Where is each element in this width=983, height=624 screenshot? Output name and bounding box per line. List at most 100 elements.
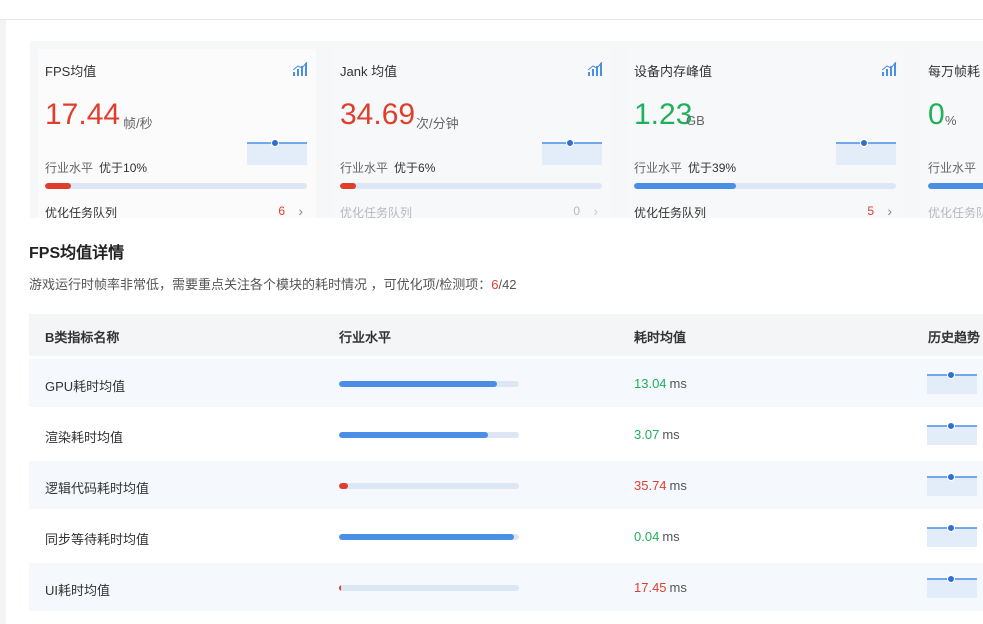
chevron-right-icon[interactable]: › <box>593 203 598 218</box>
industry-level-bar <box>339 483 519 489</box>
mini-trend-chart[interactable] <box>542 135 602 165</box>
history-trend-chart[interactable] <box>927 419 979 445</box>
metric-name: UI耗时均值 <box>45 583 111 598</box>
card-unit: 次/分钟 <box>416 116 459 131</box>
metric-card[interactable]: Jank 均值 34.69 次/分钟 行业水平 优于6% 优化任务队列 0 › <box>333 49 611 218</box>
trend-point <box>947 422 955 430</box>
optimization-queue-count: 0 <box>573 204 580 218</box>
trend-point <box>860 139 868 147</box>
history-trend-chart[interactable] <box>927 368 979 394</box>
trend-point <box>271 139 279 147</box>
section-title: FPS均值详情 <box>29 245 125 262</box>
card-unit: % <box>945 113 957 128</box>
optimization-queue-count: 5 <box>867 204 874 218</box>
table-row[interactable]: 渲染耗时均值 3.07 ms <box>29 410 983 458</box>
industry-level-bar <box>45 183 307 189</box>
card-value: 0 <box>928 98 945 131</box>
header-history-trend: 历史趋势 <box>928 330 981 345</box>
industry-level: 行业水平 <box>928 159 982 176</box>
header-industry-level: 行业水平 <box>339 330 392 345</box>
metric-cards: FPS均值 17.44 帧/秒 行业水平 优于10% 优化任务队列 6 › Jank 均值 34.… <box>30 41 983 218</box>
history-trend-chart[interactable] <box>927 521 979 547</box>
section-desc-text: 游戏运行时帧率非常低，需要重点关注各个模块的耗时情况 ，可优化项/检测项： <box>29 277 492 292</box>
card-unit: GB <box>686 113 705 128</box>
card-unit: 帧/秒 <box>123 116 153 131</box>
avg-time-value: 0.04 <box>634 529 660 544</box>
industry-level-bar <box>339 534 519 540</box>
industry-level-bar <box>928 183 983 189</box>
card-value: 1.23 <box>634 98 693 131</box>
industry-level-bar-fill <box>339 381 498 387</box>
industry-level-bar-fill <box>45 183 72 189</box>
avg-time-unit: ms <box>662 427 680 442</box>
chevron-right-icon[interactable]: › <box>887 203 892 218</box>
optimization-queue-label: 优化任务队列 <box>340 206 413 218</box>
table-row[interactable]: UI耗时均值 17.45 ms <box>29 563 983 611</box>
industry-level-label: 行业水平 <box>928 161 977 175</box>
table-row[interactable]: 同步等待耗时均值 0.04 ms <box>29 512 983 560</box>
avg-time-unit: ms <box>669 478 687 493</box>
table-row[interactable]: 逻辑代码耗时均值 35.74 ms <box>29 461 983 509</box>
section-description: 游戏运行时帧率非常低，需要重点关注各个模块的耗时情况 ，可优化项/检测项：6/4… <box>29 274 517 293</box>
card-title: Jank 均值 <box>340 64 398 79</box>
avg-time-cell: 35.74 ms <box>634 478 687 493</box>
signal-bars-icon[interactable] <box>588 62 603 76</box>
industry-level-text: 优于10% <box>99 161 148 175</box>
optimization-queue-label: 优化任务队列 <box>634 206 707 218</box>
industry-level-label: 行业水平 <box>45 161 94 175</box>
signal-bars-icon[interactable] <box>882 62 897 76</box>
metric-card[interactable]: 设备内存峰值 1.23 GB 行业水平 优于39% 优化任务队列 5 › <box>627 49 905 218</box>
metric-name: 渲染耗时均值 <box>45 430 124 445</box>
table-row[interactable]: GPU耗时均值 13.04 ms <box>29 359 983 407</box>
industry-level-text: 优于6% <box>394 161 436 175</box>
avg-time-value: 35.74 <box>634 478 667 493</box>
top-bar <box>0 0 983 20</box>
optimization-queue-link[interactable]: 优化任务队列 0 › <box>340 203 602 218</box>
history-trend-chart[interactable] <box>927 470 979 496</box>
industry-level-text: 优于39% <box>688 161 737 175</box>
avg-time-unit: ms <box>669 580 687 595</box>
industry-level-bar-fill <box>339 483 348 489</box>
optimization-queue-link[interactable]: 优化任务队列 5 › <box>634 203 896 218</box>
metric-card[interactable]: FPS均值 17.44 帧/秒 行业水平 优于10% 优化任务队列 6 › <box>38 49 316 218</box>
avg-time-value: 17.45 <box>634 580 667 595</box>
avg-time-cell: 13.04 ms <box>634 376 687 391</box>
card-title: 设备内存峰值 <box>634 64 713 79</box>
industry-level-bar-fill <box>339 534 514 540</box>
metric-card[interactable]: 每万帧耗 0% 行业水平优化任务队列› <box>921 49 983 218</box>
optimization-queue-link[interactable]: 优化任务队列› <box>928 204 983 218</box>
trend-point <box>947 524 955 532</box>
industry-level: 行业水平 优于10% <box>45 159 147 176</box>
total-count: /42 <box>498 277 517 292</box>
chevron-right-icon[interactable]: › <box>298 203 303 218</box>
table-header: B类指标名称 行业水平 耗时均值 历史趋势 <box>29 314 983 356</box>
mini-trend-chart[interactable] <box>247 135 307 165</box>
industry-level-bar <box>339 585 519 591</box>
industry-level-bar-fill <box>339 432 489 438</box>
trend-point <box>947 371 955 379</box>
card-title: FPS均值 <box>45 64 97 79</box>
trend-point <box>947 575 955 583</box>
history-trend-chart[interactable] <box>927 572 979 598</box>
avg-time-unit: ms <box>669 376 687 391</box>
industry-level-bar <box>634 183 896 189</box>
optimization-queue-count: 6 <box>278 204 285 218</box>
mini-trend-chart[interactable] <box>836 135 896 165</box>
optimization-queue-link[interactable]: 优化任务队列 6 › <box>45 203 307 218</box>
optimization-queue-label: 优化任务队列 <box>45 206 118 218</box>
industry-level-bar-fill <box>340 183 356 189</box>
card-title: 每万帧耗 <box>928 64 981 79</box>
trend-point <box>566 139 574 147</box>
avg-time-cell: 3.07 ms <box>634 427 680 442</box>
avg-time-value: 3.07 <box>634 427 660 442</box>
avg-time-value: 13.04 <box>634 376 667 391</box>
industry-level-bar <box>339 432 519 438</box>
avg-time-unit: ms <box>662 529 680 544</box>
metric-name: 同步等待耗时均值 <box>45 532 150 547</box>
left-divider <box>0 20 6 624</box>
signal-bars-icon[interactable] <box>293 62 308 76</box>
optimization-queue-label: 优化任务队列 <box>928 206 983 218</box>
metric-name: 逻辑代码耗时均值 <box>45 481 150 496</box>
header-avg-time: 耗时均值 <box>634 330 687 345</box>
industry-level-bar <box>339 381 519 387</box>
